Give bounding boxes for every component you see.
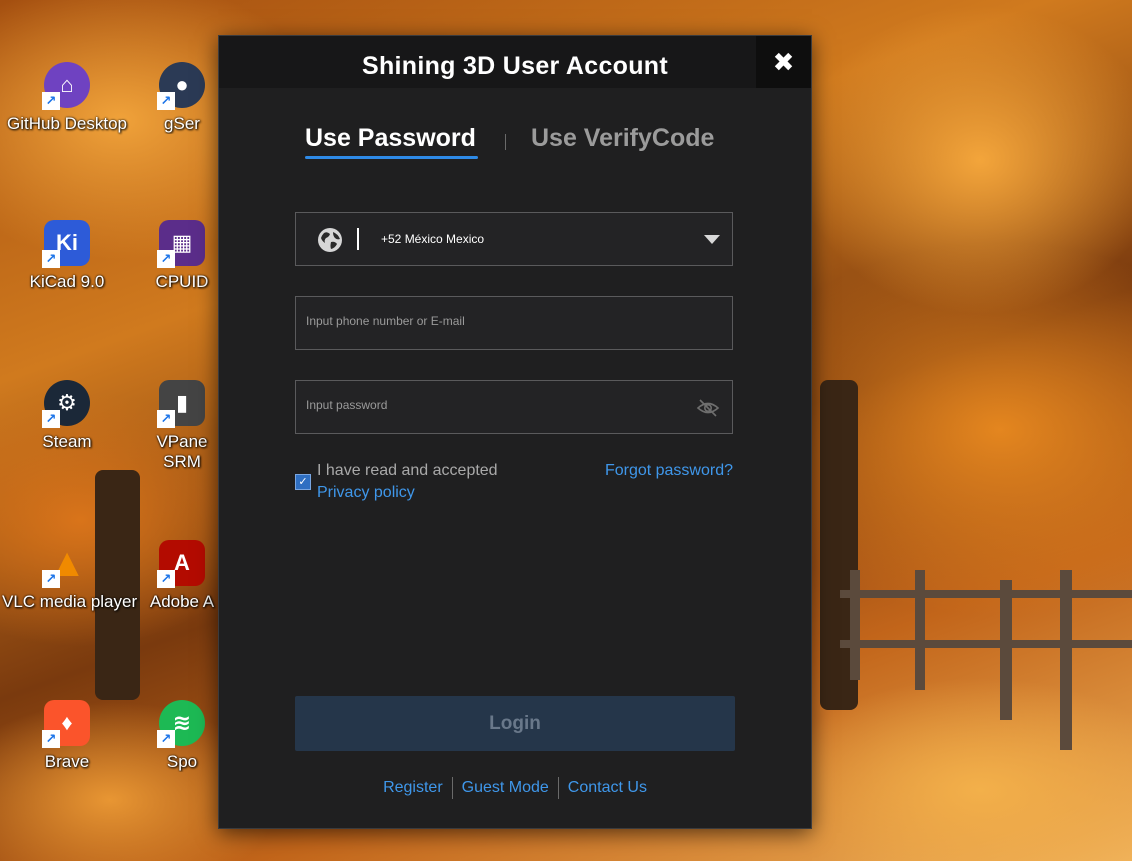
shortcut-arrow-icon: ↗: [42, 730, 60, 748]
fence-post: [915, 570, 925, 690]
adobe-acrobat-icon: A ↗: [157, 540, 205, 588]
fence-rail: [840, 640, 1132, 648]
shortcut-arrow-icon: ↗: [157, 250, 175, 268]
desktop-icon-spotify[interactable]: ≋ ↗ Spo: [142, 700, 222, 772]
shortcut-arrow-icon: ↗: [42, 570, 60, 588]
shortcut-arrow-icon: ↗: [42, 410, 60, 428]
guest-mode-link[interactable]: Guest Mode: [453, 779, 558, 796]
desktop-icon-label: Steam: [42, 432, 92, 451]
footer-links: Register Guest Mode Contact Us: [219, 777, 811, 799]
active-tab-underline: [305, 156, 478, 159]
contact-us-link[interactable]: Contact Us: [559, 779, 656, 796]
desktop-icon-vpanel[interactable]: ▮ ↗ VPane SRM: [142, 380, 222, 472]
country-value: +52 México Mexico: [381, 232, 485, 246]
agreement-text: I have read and accepted: [317, 462, 498, 479]
shortcut-arrow-icon: ↗: [157, 92, 175, 110]
desktop-icon-label: CPUID: [155, 272, 209, 291]
vpanel-icon: ▮ ↗: [157, 380, 205, 428]
desktop-icon-label: Spo: [166, 752, 198, 771]
desktop-icon-vlc[interactable]: ▲ ↗ VLC media player: [2, 540, 138, 612]
desktop-icon-label: VLC media player: [2, 592, 138, 611]
shortcut-arrow-icon: ↗: [157, 730, 175, 748]
desktop-icon-label-line2: SRM: [163, 452, 201, 471]
kicad-icon: Ki ↗: [42, 220, 90, 268]
fence-post: [1000, 580, 1012, 720]
spotify-icon: ≋ ↗: [157, 700, 205, 748]
github-desktop-icon: ⌂ ↗: [42, 62, 90, 110]
phone-email-input[interactable]: Input phone number or E-mail: [295, 296, 733, 350]
login-dialog: Shining 3D User Account ✖ Use Password U…: [218, 35, 812, 829]
shortcut-arrow-icon: ↗: [157, 410, 175, 428]
desktop-icon-label: Brave: [44, 752, 90, 771]
dialog-title: Shining 3D User Account: [361, 52, 668, 80]
login-button[interactable]: Login: [295, 696, 735, 751]
fence-rail: [840, 590, 1132, 598]
desktop-icon-gser[interactable]: ● ↗ gSer: [142, 62, 222, 134]
desktop-icon-github-desktop[interactable]: ⌂ ↗ GitHub Desktop: [2, 62, 132, 134]
desktop-icon-brave[interactable]: ♦ ↗ Brave: [2, 700, 132, 772]
close-icon: ✖: [772, 46, 795, 77]
password-input[interactable]: Input password: [295, 380, 733, 434]
agreement-row: ✓ I have read and accepted Privacy polic…: [295, 459, 733, 509]
vlc-icon: ▲ ↗: [42, 540, 90, 588]
desktop-icon-adobe[interactable]: A ↗ Adobe A: [142, 540, 222, 612]
tab-separator: [505, 134, 506, 150]
shortcut-arrow-icon: ↗: [157, 570, 175, 588]
desktop-icon-label: KiCad 9.0: [29, 272, 105, 291]
field-divider: [357, 228, 359, 250]
desktop-icon-label: gSer: [164, 114, 200, 133]
desktop-icon-kicad[interactable]: Ki ↗ KiCad 9.0: [2, 220, 132, 292]
privacy-policy-link[interactable]: Privacy policy: [317, 484, 415, 502]
country-select[interactable]: +52 México Mexico: [295, 212, 733, 266]
gserver-icon: ● ↗: [157, 62, 205, 110]
shortcut-arrow-icon: ↗: [42, 92, 60, 110]
desktop-icon-label: VPane: [156, 432, 208, 451]
forgot-password-link[interactable]: Forgot password?: [605, 462, 733, 480]
desktop-icon-label: GitHub Desktop: [7, 114, 127, 133]
agreement-checkbox[interactable]: ✓: [295, 474, 311, 490]
desktop-icon-steam[interactable]: ⚙ ↗ Steam: [2, 380, 132, 452]
eye-hidden-icon[interactable]: [696, 398, 720, 418]
tab-use-password[interactable]: Use Password: [305, 124, 478, 159]
login-method-tabs: Use Password Use VerifyCode: [219, 124, 811, 164]
cpuid-icon: ▦ ↗: [157, 220, 205, 268]
close-button[interactable]: ✖: [756, 36, 811, 88]
phone-email-placeholder: Input phone number or E-mail: [306, 314, 465, 328]
desktop-icon-cpuid[interactable]: ▦ ↗ CPUID: [142, 220, 222, 292]
steam-icon: ⚙ ↗: [42, 380, 90, 428]
chevron-down-icon[interactable]: [704, 235, 720, 244]
desktop-icon-label: Adobe A: [149, 592, 215, 611]
dialog-titlebar[interactable]: Shining 3D User Account ✖: [219, 36, 811, 88]
password-placeholder: Input password: [306, 398, 388, 412]
tab-use-verifycode[interactable]: Use VerifyCode: [531, 124, 714, 153]
globe-icon: [318, 228, 342, 252]
brave-icon: ♦ ↗: [42, 700, 90, 748]
register-link[interactable]: Register: [374, 779, 452, 796]
fence-post: [850, 570, 860, 680]
shortcut-arrow-icon: ↗: [42, 250, 60, 268]
